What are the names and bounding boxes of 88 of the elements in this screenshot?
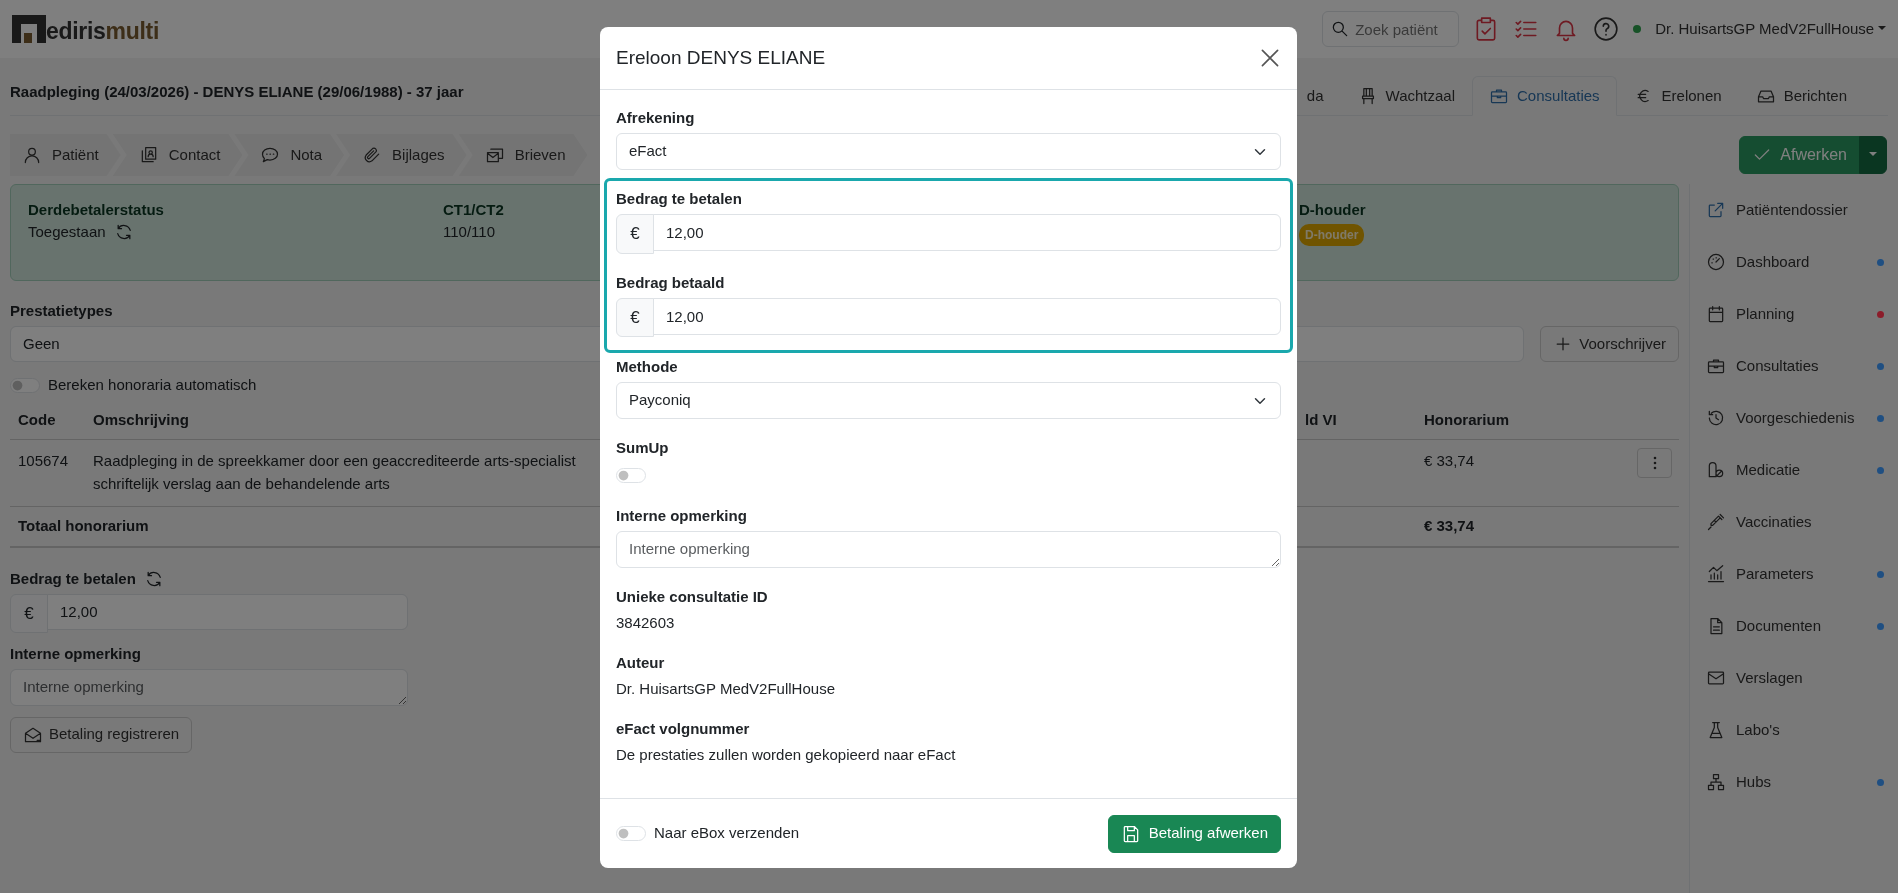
network-icon: [1706, 772, 1726, 792]
sidebar-item[interactable]: Documenten: [1690, 600, 1898, 652]
select-field[interactable]: Payconiq: [616, 382, 1281, 419]
breadcrumb-step[interactable]: Patiënt: [10, 134, 121, 176]
column-header: Honorarium: [1416, 400, 1637, 440]
field-value: De prestaties zullen worden gekopieerd naar eFact: [616, 745, 957, 765]
external-link-icon: [1706, 200, 1726, 220]
logo-mark-icon: [12, 15, 46, 43]
field-label: Bedrag betaald: [616, 272, 725, 293]
breadcrumb-step[interactable]: Nota: [234, 134, 345, 176]
column-header: Omschrijving: [85, 400, 600, 440]
note-field[interactable]: Interne opmerking: [616, 531, 1281, 568]
amount-field[interactable]: 12,00: [47, 593, 408, 630]
sidebar-item[interactable]: Dashboard: [1690, 236, 1898, 288]
status-label: CT1/CT2: [443, 200, 504, 220]
tab[interactable]: Wachtzaal: [1340, 76, 1473, 116]
more-icon: [1652, 456, 1657, 470]
field-label: Afrekening: [616, 108, 695, 128]
sidebar-item[interactable]: Consultaties: [1690, 340, 1898, 392]
chat-icon: [260, 145, 281, 165]
select-field[interactable]: eFact: [616, 133, 1281, 170]
field-label: SumUp: [616, 438, 669, 458]
sidebar-item[interactable]: Vaccinaties: [1690, 496, 1898, 548]
field-label: Bedrag te betalen: [10, 568, 136, 589]
register-payment-button[interactable]: Betaling registreren: [10, 716, 193, 753]
toggle-switch[interactable]: [10, 377, 40, 393]
field-label: Prestatietypes: [10, 301, 113, 321]
sidebar-item[interactable]: Parameters: [1690, 548, 1898, 600]
table-cell: € 33,74: [1416, 506, 1637, 547]
calendar-icon: [1706, 304, 1726, 324]
user-menu[interactable]: Dr. HuisartsGP MedV2FullHouse: [1655, 17, 1886, 41]
toggle-switch[interactable]: [616, 826, 646, 841]
status-label: Derdebetalerstatus: [28, 200, 164, 220]
tab[interactable]: Erelonen: [1616, 76, 1739, 116]
sidebar-item[interactable]: Medicatie: [1690, 444, 1898, 496]
switch-label: Bereken honoraria automatisch: [48, 375, 257, 395]
table-cell: 105674: [10, 439, 85, 507]
field-value: 3842603: [616, 613, 676, 633]
sidebar-item[interactable]: Labo's: [1690, 704, 1898, 756]
sidebar-item[interactable]: Hubs: [1690, 756, 1898, 808]
status-value: 110/110: [443, 222, 495, 242]
pill-icon: [1706, 460, 1726, 480]
sidebar-item[interactable]: Planning: [1690, 288, 1898, 340]
syringe-icon: [1706, 512, 1726, 532]
field-label: Auteur: [616, 653, 665, 673]
gauge-icon: [1706, 252, 1726, 272]
chart-icon: [1706, 564, 1726, 584]
page-title: Raadpleging (24/03/2026) - DENYS ELIANE (29/06/1988) - 37 jaar: [10, 81, 464, 102]
prescriber-button[interactable]: Voorschrijver: [1540, 326, 1679, 362]
field-label: Bedrag te betalen: [616, 189, 742, 209]
table-cell: Totaal honorarium: [10, 506, 600, 547]
note-field[interactable]: Interne opmerking: [10, 669, 408, 706]
switch-label: Naar eBox verzenden: [654, 823, 800, 844]
breadcrumb-step[interactable]: Brieven: [458, 134, 588, 176]
field-label: Interne opmerking: [10, 644, 141, 664]
finish-payment-button[interactable]: Betaling afwerken: [1107, 814, 1281, 853]
amount-field[interactable]: 12,00: [653, 214, 1281, 251]
sidebar-item[interactable]: Voorgeschiedenis: [1690, 392, 1898, 444]
field-label: Interne opmerking: [616, 506, 747, 526]
toggle-switch[interactable]: [616, 467, 646, 483]
dialog-title: Ereloon DENYS ELIANE: [616, 46, 826, 70]
field-label: Methode: [616, 357, 678, 377]
sidebar-item[interactable]: Verslagen: [1690, 652, 1898, 704]
status-value: Toegestaan: [28, 222, 106, 242]
dropdown-toggle-button[interactable]: [1859, 136, 1887, 174]
currency-prefix: €: [616, 297, 654, 337]
field-value: Dr. HuisartsGP MedV2FullHouse: [616, 679, 836, 699]
tab[interactable]: Berichten: [1738, 76, 1864, 116]
breadcrumb-step[interactable]: Bijlages: [336, 134, 467, 176]
currency-prefix: €: [616, 214, 654, 254]
sidebar-item[interactable]: Patiëntendossier: [1690, 184, 1898, 236]
tab[interactable]: Consultaties: [1472, 76, 1617, 116]
finish-button[interactable]: Afwerken: [1739, 136, 1860, 174]
help-icon[interactable]: [1593, 16, 1620, 42]
field-label: Unieke consultatie ID: [616, 587, 768, 607]
column-header: Code: [10, 400, 85, 440]
status-badge: D-houder: [1299, 224, 1365, 246]
person-icon: [22, 145, 42, 165]
status-label: D-houder: [1299, 200, 1366, 220]
logo: edirismulti: [46, 20, 160, 43]
field-label: eFact volgnummer: [616, 719, 750, 739]
table-cell: € 33,74: [1416, 439, 1637, 507]
amount-field[interactable]: 12,00: [653, 297, 1281, 335]
currency-prefix: €: [10, 593, 48, 633]
tab[interactable]: da: [1303, 76, 1341, 116]
search-field[interactable]: Zoek patiënt: [1322, 11, 1460, 47]
history-icon: [1706, 408, 1726, 428]
breadcrumb-step[interactable]: Contact: [112, 134, 243, 176]
